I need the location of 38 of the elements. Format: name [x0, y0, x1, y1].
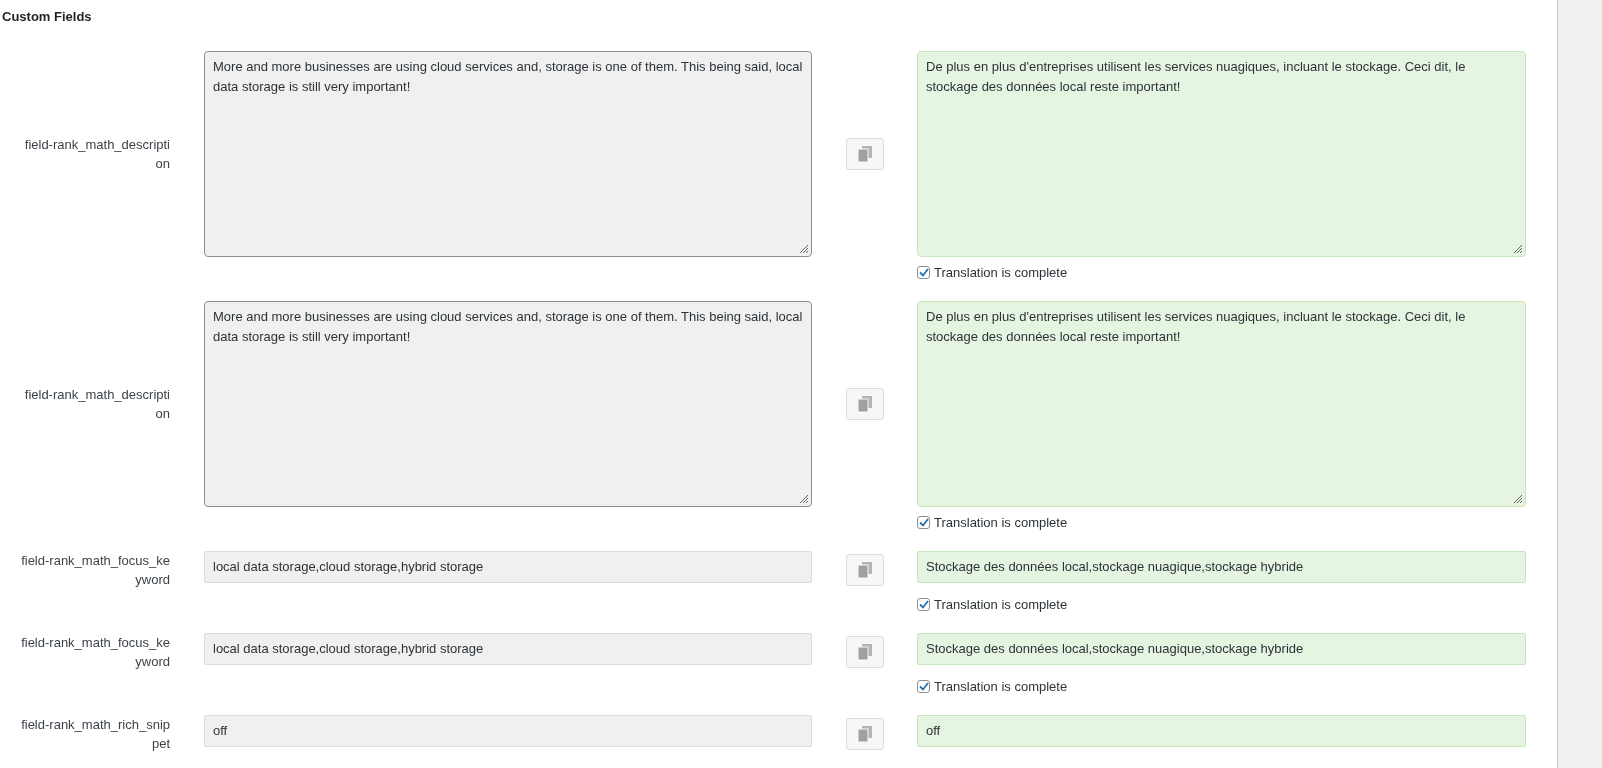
checkbox-label[interactable]: Translation is complete [934, 264, 1068, 280]
translation-input-field[interactable]: off [917, 715, 1526, 747]
copy-icon [857, 396, 872, 412]
resize-grip-icon[interactable] [1513, 494, 1523, 504]
resize-grip-icon[interactable] [799, 494, 809, 504]
copy-button[interactable] [845, 388, 884, 420]
checkbox[interactable] [917, 515, 930, 529]
copy-icon [857, 726, 872, 742]
copy-button[interactable] [845, 138, 884, 170]
field-label: field-rank_math_focus_keyword [20, 634, 170, 671]
translation-input-field[interactable]: Stockage des données local,stockage nuagique,stockage hybride [917, 551, 1526, 583]
translation-input-field[interactable]: Stockage des données local,stockage nuagique,stockage hybride [917, 633, 1526, 665]
resize-grip-icon[interactable] [1513, 244, 1523, 254]
copy-icon [857, 644, 872, 660]
source-text-area[interactable]: More and more businesses are using cloud services and, storage is one of them. This being said, local data storage is still very important! [204, 51, 812, 257]
copy-icon [857, 146, 872, 162]
checkbox-label[interactable]: Translation is complete [934, 596, 1068, 612]
checkbox[interactable] [917, 679, 930, 693]
field-label: field-rank_math_rich_snippet [20, 716, 170, 753]
copy-icon [857, 562, 872, 578]
resize-grip-icon[interactable] [799, 244, 809, 254]
field-label: field-rank_math_description [23, 136, 170, 173]
field-label: field-rank_math_focus_keyword [20, 552, 170, 589]
checkbox-label[interactable]: Translation is complete [934, 678, 1068, 694]
checkbox[interactable] [917, 597, 930, 611]
source-input-field[interactable]: local data storage,cloud storage,hybrid storage [204, 633, 812, 665]
copy-button[interactable] [845, 554, 884, 586]
section-title: Custom Fields [2, 8, 93, 26]
copy-button[interactable] [845, 718, 884, 750]
source-input-field[interactable]: local data storage,cloud storage,hybrid storage [204, 551, 812, 583]
translation-text-area[interactable]: De plus en plus d'entreprises utilisent les services nuagiques, incluant le stockage. Ceci dit, le stockage des données local reste important! [917, 51, 1526, 257]
translation-text-area[interactable]: De plus en plus d'entreprises utilisent les services nuagiques, incluant le stockage. Ceci dit, le stockage des données local reste important! [917, 301, 1526, 507]
source-input-field[interactable]: off [204, 715, 812, 747]
checkbox[interactable] [917, 265, 930, 279]
checkbox-label[interactable]: Translation is complete [934, 514, 1068, 530]
field-label: field-rank_math_description [23, 386, 170, 423]
copy-button[interactable] [845, 636, 884, 668]
source-text-area[interactable]: More and more businesses are using cloud services and, storage is one of them. This being said, local data storage is still very important! [204, 301, 812, 507]
